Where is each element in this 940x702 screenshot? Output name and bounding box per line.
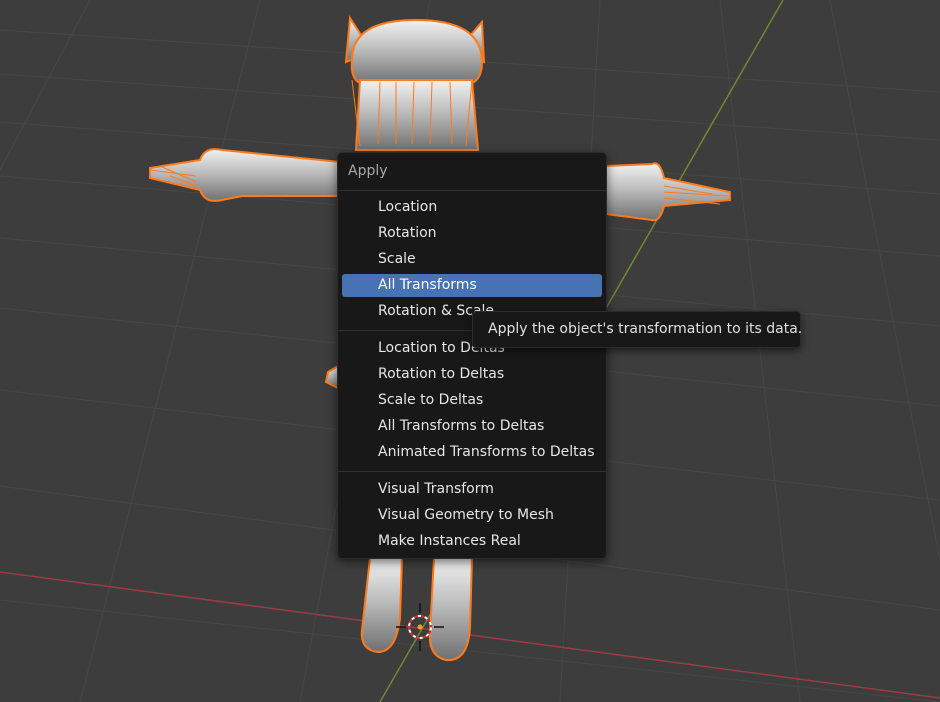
menu-item-label: Make Instances Real bbox=[378, 533, 521, 549]
menu-separator bbox=[338, 190, 606, 191]
menu-item-label: Visual Geometry to Mesh bbox=[378, 507, 554, 523]
tooltip: Apply the object's transformation to its… bbox=[472, 311, 803, 348]
menu-item-label: Animated Transforms to Deltas bbox=[378, 444, 595, 460]
menu-item-label: Scale bbox=[378, 251, 416, 267]
menu-title: Apply bbox=[348, 163, 388, 179]
tooltip-text: Apply the object's transformation to its… bbox=[488, 321, 803, 337]
menu-item-label: Scale to Deltas bbox=[378, 392, 484, 408]
menu-item-rotation[interactable]: Rotation bbox=[342, 222, 602, 245]
menu-item-label: All Transforms bbox=[378, 277, 477, 293]
menu-item-visual-transform[interactable]: Visual Transform bbox=[342, 478, 602, 501]
menu-item-label: Visual Transform bbox=[378, 481, 494, 497]
menu-item-label: Rotation bbox=[378, 225, 437, 241]
menu-item-all-transforms-to-deltas[interactable]: All Transforms to Deltas bbox=[342, 415, 602, 438]
menu-item-location[interactable]: Location bbox=[342, 196, 602, 219]
apply-menu: Apply Location Rotation Scale All Transf… bbox=[337, 152, 607, 559]
menu-separator bbox=[338, 471, 606, 472]
menu-item-label: Location bbox=[378, 199, 438, 215]
menu-item-scale-to-deltas[interactable]: Scale to Deltas bbox=[342, 389, 602, 412]
menu-item-scale[interactable]: Scale bbox=[342, 248, 602, 271]
menu-item-make-instances-real[interactable]: Make Instances Real bbox=[342, 530, 602, 553]
menu-item-rotation-to-deltas[interactable]: Rotation to Deltas bbox=[342, 363, 602, 386]
menu-item-label: Rotation to Deltas bbox=[378, 366, 505, 382]
3d-viewport[interactable]: Apply Location Rotation Scale All Transf… bbox=[0, 0, 940, 702]
menu-item-label: All Transforms to Deltas bbox=[378, 418, 545, 434]
menu-item-all-transforms[interactable]: All Transforms bbox=[342, 274, 602, 297]
menu-item-visual-geometry-to-mesh[interactable]: Visual Geometry to Mesh bbox=[342, 504, 602, 527]
menu-item-animated-transforms-to-deltas[interactable]: Animated Transforms to Deltas bbox=[342, 441, 602, 464]
